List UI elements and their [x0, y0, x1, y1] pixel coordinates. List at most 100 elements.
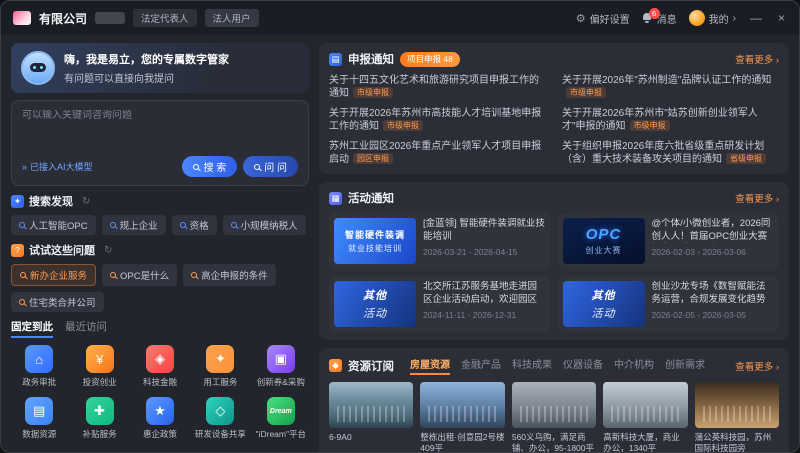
question-tag[interactable]: 高企申报的条件 [183, 264, 276, 286]
robot-mascot-icon [21, 51, 55, 85]
tab-instruments[interactable]: 仪器设备 [563, 356, 603, 371]
discover-tag[interactable]: 规上企业 [102, 215, 166, 235]
notice-level-tag: 市级申报 [630, 120, 670, 131]
close-button[interactable]: × [776, 11, 787, 25]
app-icon: ★ [146, 397, 174, 425]
notices-more-link[interactable]: 查看更多 › [735, 52, 779, 66]
app-shortcut[interactable]: ▤数据资源 [11, 397, 67, 440]
activity-info: @个体/小微创业者，2026同创人人！首届OPC创业大赛报名通道已开启 2026… [652, 218, 775, 264]
profile-button[interactable]: 我的 › [689, 10, 736, 26]
activity-date: 2024-11-11 - 2026-12-31 [423, 310, 546, 320]
discover-tag[interactable]: 小规模纳税人 [223, 215, 306, 235]
discover-tag[interactable]: 资格 [172, 215, 217, 235]
notice-item[interactable]: 关于组织申报2026年度六批省级重点研发计划（含）重大技术装备攻关项目的通知省级… [562, 140, 779, 166]
activity-banner-image: 智能硬件装调 就业技能培训 [334, 218, 416, 264]
notice-item[interactable]: 关于开展2026年苏州市"姑苏创新创业领军人才"申报的通知市级申报 [562, 107, 779, 133]
app-icon: ✚ [86, 397, 114, 425]
notice-item[interactable]: 关于开展2026年"苏州制造"品牌认证工作的通知市级申报 [562, 74, 779, 100]
banner-text: 创业大赛 [586, 245, 622, 256]
question-tags: 新办企业服务 OPC是什么 高企申报的条件 住宅类合并公司 [11, 264, 309, 312]
resource-card[interactable]: 蒲公英科技园，苏州国际科技园旁 [695, 382, 779, 453]
refresh-icon[interactable]: ↻ [82, 196, 90, 207]
question-tag[interactable]: 新办企业服务 [11, 264, 96, 286]
resource-card[interactable]: 高新科技大厦，商业办公，1340平 [603, 382, 687, 453]
app-label: 研发设备共享 [195, 428, 246, 440]
app-shortcut[interactable]: ✚补贴服务 [71, 397, 127, 440]
app-label: 政务审批 [22, 376, 56, 388]
resources-more-link[interactable]: 查看更多 › [735, 359, 779, 373]
app-shortcut[interactable]: ◇研发设备共享 [192, 397, 248, 440]
tab-legal-representative[interactable]: 法定代表人 [133, 9, 197, 27]
activities-more-link[interactable]: 查看更多 › [735, 191, 779, 205]
activity-notices-card: ▦ 活动通知 查看更多 › 智能硬件装调 就业技能培训 [金蓝领] 智能硬件装调… [319, 182, 789, 340]
question-tag[interactable]: 住宅类合并公司 [11, 292, 104, 312]
refresh-icon[interactable]: ↻ [104, 245, 112, 256]
activity-item[interactable]: OPC 创业大赛 @个体/小微创业者，2026同创人人！首届OPC创业大赛报名通… [558, 213, 780, 269]
discover-header: ✦ 搜索发现 ↻ [11, 193, 309, 209]
property-photo [329, 382, 413, 428]
resource-card[interactable]: 6-9A0 [329, 382, 413, 453]
search-icon [180, 222, 186, 228]
tab-recent[interactable]: 最近访问 [65, 319, 107, 334]
notice-level-tag: 省级申报 [726, 153, 766, 164]
double-arrow-icon: » [22, 162, 27, 172]
content-panel: ▤ 申报通知 项目申报 48 查看更多 › 关于十四五文化艺术和旅游研究项目申报… [319, 43, 789, 444]
app-shortcut[interactable]: ▣创新券&采购 [253, 345, 309, 388]
ai-model-note: » 已接入AI大模型 [22, 160, 93, 173]
property-caption: 整栋出租·创意园2号楼409平 [420, 432, 504, 453]
resource-card[interactable]: 整栋出租·创意园2号楼409平 [420, 382, 504, 453]
search-icon [19, 222, 25, 228]
app-icon: Dream [267, 397, 295, 425]
tab-pinned[interactable]: 固定到此 [11, 319, 53, 338]
tag-label: 小规模纳税人 [241, 218, 298, 232]
app-icon: ¥ [86, 345, 114, 373]
tab-corporate-user[interactable]: 法人用户 [205, 9, 259, 27]
banner-text: 智能硬件装调 [345, 228, 405, 241]
app-shortcut[interactable]: ⌂ 政务审批 [11, 345, 67, 388]
settings-button[interactable]: ⚙ 偏好设置 [576, 11, 630, 26]
banner-text: 活动 [363, 305, 387, 321]
notice-level-tag: 市级申报 [383, 120, 423, 131]
tag-label: 规上企业 [120, 218, 158, 232]
tab-financial-products[interactable]: 金融产品 [461, 356, 501, 371]
activity-banner-image: 其他 活动 [334, 281, 416, 327]
search-button[interactable]: 搜 索 [182, 156, 237, 177]
tag-label: 资格 [190, 218, 209, 232]
notice-item[interactable]: 关于十四五文化艺术和旅游研究项目申报工作的通知市级申报 [329, 74, 546, 100]
notice-item[interactable]: 关于开展2026年苏州市高技能人才培训基地申报工作的通知市级申报 [329, 107, 546, 133]
search-icon [231, 222, 237, 228]
ask-button[interactable]: 问 问 [243, 156, 298, 177]
app-shortcut[interactable]: Dream"iDream"平台 [253, 397, 309, 440]
minimize-button[interactable]: — [748, 11, 764, 25]
question-input[interactable] [22, 110, 298, 121]
question-icon: ? [11, 244, 24, 257]
app-label: 用工服务 [203, 376, 237, 388]
messages-label: 消息 [657, 11, 677, 26]
app-shortcut[interactable]: ◈科技金融 [132, 345, 188, 388]
activities-header: ▦ 活动通知 查看更多 › [329, 190, 779, 206]
tab-intermediaries[interactable]: 中介机构 [614, 356, 654, 371]
app-shortcut[interactable]: ¥投资创业 [71, 345, 127, 388]
tab-innovation-needs[interactable]: 创新需求 [665, 356, 705, 371]
assistant-greeting-card: 嗨，我是易立，您的专属数字管家 有问题可以直接向我提问 [11, 43, 309, 93]
question-tag[interactable]: OPC是什么 [102, 264, 177, 286]
app-icon: ⌂ [25, 345, 53, 373]
resource-card[interactable]: 560义乌购，满足商铺、办公，95-1800平 [512, 382, 596, 453]
property-photo [695, 382, 779, 428]
greeting-text: 嗨，我是易立，您的专属数字管家 有问题可以直接向我提问 [64, 51, 229, 85]
activity-item[interactable]: 智能硬件装调 就业技能培训 [金蓝领] 智能硬件装调就业技能培训 2026-03… [329, 213, 551, 269]
notice-item[interactable]: 苏州工业园区2026年重点产业领军人才项目申报启动园区申报 [329, 140, 546, 166]
tab-tech-achievements[interactable]: 科技成果 [512, 356, 552, 371]
settings-label: 偏好设置 [590, 11, 630, 26]
search-icon [110, 222, 116, 228]
app-shortcut[interactable]: ★惠企政策 [132, 397, 188, 440]
app-shortcut[interactable]: ✦用工服务 [192, 345, 248, 388]
tag-label: 人工智能OPC [29, 218, 88, 232]
tab-housing-resources[interactable]: 房屋资源 [410, 356, 450, 375]
activity-item[interactable]: 其他 活动 创业沙龙专场《数智赋能法务运营，合规发展变化趋势关注》 2026-0… [558, 276, 780, 332]
banner-text: OPC [586, 226, 622, 243]
activity-item[interactable]: 其他 活动 北交所江苏服务基地走进园区企业活动启动，欢迎园区企业预约来访！ 20… [329, 276, 551, 332]
discover-tag[interactable]: 人工智能OPC [11, 215, 96, 235]
messages-button[interactable]: 6 消息 [642, 11, 677, 26]
activity-title: 北交所江苏服务基地走进园区企业活动启动，欢迎园区企业预约来访！ [423, 281, 546, 306]
